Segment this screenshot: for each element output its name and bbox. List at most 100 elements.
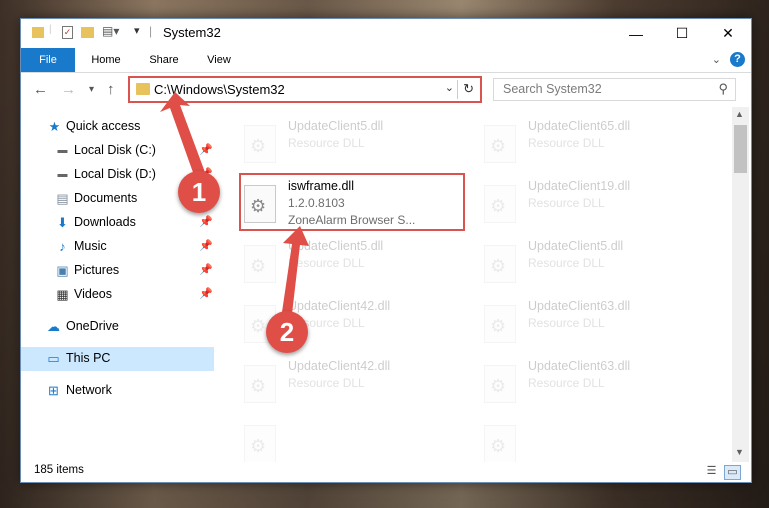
dll-file-icon: ⚙ (244, 425, 276, 462)
back-arrow-icon[interactable]: ← (33, 81, 48, 98)
navigation-bar: ← → ▾ ↑ C:\Windows\System32 ⌄ ↻ Search S… (21, 73, 751, 107)
sidebar-item-videos[interactable]: ▦ Videos 📌 (21, 283, 214, 307)
view-options-icon[interactable]: ▤▾ (102, 24, 119, 40)
refresh-icon[interactable]: ↻ (463, 81, 474, 97)
status-bar: 185 items ☰ ▭ (21, 462, 751, 482)
sidebar-item-quick-access[interactable]: ★ Quick access (21, 115, 214, 139)
star-icon: ★ (48, 119, 61, 134)
step-1-badge: 1 (178, 171, 220, 213)
forward-arrow-icon[interactable]: → (61, 81, 76, 98)
recent-locations-icon[interactable]: ▾ (89, 84, 94, 95)
scroll-down-icon[interactable]: ▼ (735, 447, 744, 457)
sidebar-item-network[interactable]: ⊞ Network (21, 379, 214, 403)
pin-icon[interactable]: 📌 (199, 239, 213, 252)
sidebar-item-this-pc[interactable]: ▭ This PC (21, 347, 214, 371)
large-icons-view-icon[interactable]: ▭ (724, 465, 741, 480)
dll-file-icon: ⚙ (244, 125, 276, 163)
tab-file[interactable]: File (21, 48, 75, 72)
network-icon: ⊞ (48, 383, 59, 398)
separator: | (49, 24, 52, 35)
title-bar: | ✓ ▤▾ ▾ | System32 — ☐ ✕ (21, 19, 751, 48)
gear-icon: ⚙ (250, 436, 267, 456)
file-item[interactable]: ⚙ UpdateClient5.dll Resource DLL (240, 237, 460, 289)
file-item[interactable]: ⚙ UpdateClient63.dll Resource DLL (480, 357, 700, 409)
details-view-icon[interactable]: ☰ (704, 465, 719, 478)
up-arrow-icon[interactable]: ↑ (107, 81, 115, 98)
document-icon: ▤ (56, 191, 69, 206)
file-item[interactable]: ⚙ UpdateClient65.dll Resource DLL (480, 117, 700, 169)
address-bar[interactable]: C:\Windows\System32 ⌄ ↻ (128, 76, 482, 103)
file-item[interactable]: ⚙ (480, 417, 700, 462)
sidebar-item-onedrive[interactable]: ☁ OneDrive (21, 315, 214, 339)
scroll-up-icon[interactable]: ▲ (735, 109, 744, 119)
dll-file-icon: ⚙ (484, 185, 516, 223)
gear-icon: ⚙ (490, 136, 507, 156)
scrollbar-thumb[interactable] (734, 125, 747, 173)
pin-icon[interactable]: 📌 (199, 263, 213, 276)
gear-icon: ⚙ (250, 256, 267, 276)
vertical-scrollbar[interactable]: ▲ ▼ (732, 107, 749, 462)
navigation-pane: ★ Quick access ▬ Local Disk (C:) 📌 ▬ Loc… (21, 107, 214, 462)
film-icon: ▦ (56, 287, 69, 302)
search-icon[interactable]: ⚲ (718, 81, 728, 97)
step-2-badge: 2 (266, 311, 308, 353)
gear-icon: ⚙ (250, 376, 267, 396)
dll-file-icon: ⚙ (244, 365, 276, 403)
maximize-button[interactable]: ☐ (659, 19, 705, 48)
file-explorer-window: | ✓ ▤▾ ▾ | System32 — ☐ ✕ File Home Shar… (20, 18, 752, 483)
file-item[interactable]: ⚙ UpdateClient5.dll Resource DLL (480, 237, 700, 289)
file-item[interactable]: ⚙ UpdateClient5.dll Resource DLL (240, 117, 460, 169)
gear-icon: ⚙ (250, 136, 267, 156)
gear-icon: ⚙ (490, 196, 507, 216)
customize-toolbar-icon[interactable]: ▾ (134, 24, 140, 40)
chevron-down-icon[interactable]: ⌄ (445, 81, 454, 94)
sidebar-item-music[interactable]: ♪ Music 📌 (21, 235, 214, 259)
tab-view[interactable]: View (196, 48, 242, 72)
file-item[interactable]: ⚙ UpdateClient42.dll Resource DLL (240, 357, 460, 409)
file-item[interactable]: ⚙ UpdateClient19.dll Resource DLL (480, 177, 700, 229)
search-input[interactable]: Search System32 ⚲ (493, 78, 736, 101)
drive-icon: ▬ (57, 169, 68, 180)
gear-icon: ⚙ (490, 376, 507, 396)
address-path[interactable]: C:\Windows\System32 (154, 82, 285, 97)
folder-icon (136, 83, 150, 95)
dll-file-icon: ⚙ (244, 245, 276, 283)
item-count: 185 items (34, 464, 84, 476)
pin-icon[interactable]: 📌 (199, 287, 213, 300)
sidebar-item-local-disk-c[interactable]: ▬ Local Disk (C:) 📌 (21, 139, 214, 163)
gear-icon: ⚙ (250, 316, 267, 336)
computer-icon: ▭ (47, 351, 60, 366)
separator (457, 80, 458, 99)
sidebar-item-pictures[interactable]: ▣ Pictures 📌 (21, 259, 214, 283)
folder-icon (32, 27, 44, 38)
search-placeholder: Search System32 (503, 82, 602, 96)
pictures-icon: ▣ (56, 263, 69, 278)
pin-icon[interactable]: 📌 (199, 215, 213, 228)
cloud-icon: ☁ (47, 319, 60, 334)
drive-icon: ▬ (57, 145, 68, 156)
properties-icon[interactable]: ✓ (62, 26, 73, 39)
dll-file-icon: ⚙ (484, 305, 516, 343)
gear-icon: ⚙ (490, 256, 507, 276)
music-note-icon: ♪ (59, 239, 66, 254)
tab-home[interactable]: Home (81, 48, 131, 72)
file-list: ⚙ UpdateClient5.dll Resource DLL ⚙ Updat… (230, 107, 733, 462)
separator: | (149, 24, 153, 38)
file-item[interactable]: ⚙ (240, 417, 460, 462)
file-item[interactable]: ⚙ UpdateClient63.dll Resource DLL (480, 297, 700, 349)
gear-icon: ⚙ (490, 316, 507, 336)
minimize-button[interactable]: — (613, 19, 659, 48)
download-icon: ⬇ (57, 215, 68, 230)
dll-file-icon: ⚙ (484, 425, 516, 462)
close-button[interactable]: ✕ (705, 19, 751, 48)
tab-share[interactable]: Share (139, 48, 189, 72)
dll-file-icon: ⚙ (484, 365, 516, 403)
ribbon-tabs: File Home Share View ⌄ ? (21, 48, 751, 73)
expand-ribbon-icon[interactable]: ⌄ (712, 53, 721, 66)
help-icon[interactable]: ? (730, 52, 745, 67)
dll-file-icon: ⚙ (484, 125, 516, 163)
sidebar-item-downloads[interactable]: ⬇ Downloads 📌 (21, 211, 214, 235)
window-title: System32 (163, 25, 221, 40)
pin-icon[interactable]: 📌 (199, 143, 213, 156)
new-folder-icon[interactable] (81, 27, 94, 38)
